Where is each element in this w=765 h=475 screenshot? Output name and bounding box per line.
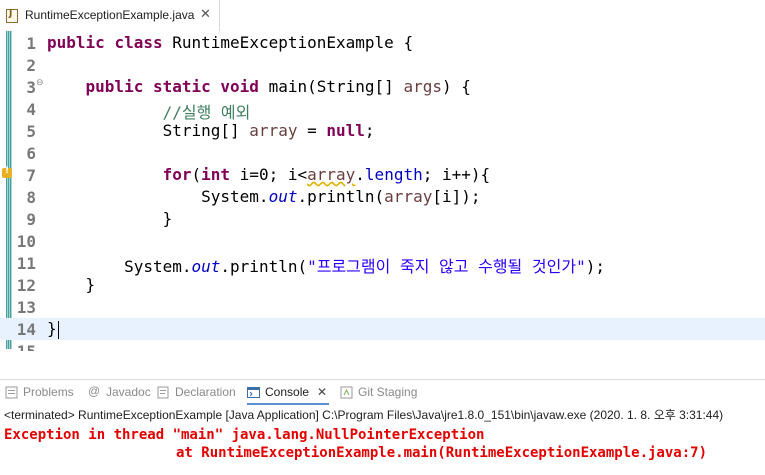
console-error-line-2: at RuntimeExceptionExample.main(RuntimeE… (176, 445, 708, 461)
keyword: class (114, 33, 163, 52)
brace: } (162, 209, 173, 228)
tab-javadoc[interactable]: @ Javadoc (88, 380, 151, 405)
editor-tab-label: RuntimeExceptionExample.java (25, 8, 195, 22)
keyword: public (85, 77, 144, 96)
static-field: out (268, 187, 298, 206)
console-output[interactable]: Exception in thread "main" java.lang.Nul… (4, 426, 707, 462)
code-line-10: 10 (0, 230, 765, 252)
code-line-2: 2 (0, 54, 765, 76)
tab-problems[interactable]: Problems (5, 380, 77, 405)
code-line-12: 12 } (0, 274, 765, 296)
close-icon[interactable]: ✕ (200, 7, 211, 22)
code-text: ; i++){ (422, 165, 491, 184)
brace: } (85, 275, 96, 294)
keyword: void (220, 77, 259, 96)
tab-console[interactable]: Console ✕ (247, 380, 329, 405)
line-number: 8 (26, 188, 36, 207)
line-number: 11 (16, 254, 36, 273)
code-line-7: 7 for(int i=0; i<array.length; i++){ (0, 164, 765, 186)
line-number: 4 (26, 100, 36, 119)
line-number: 12 (16, 276, 36, 295)
tab-label: Javadoc (106, 385, 151, 399)
method-signature: main(String[] (268, 77, 394, 96)
line-number: 14 (16, 320, 36, 339)
line-number: 15 (16, 342, 36, 351)
code-text: [i]); (432, 187, 481, 206)
code-line-5: 5 String[] array = null; (0, 120, 765, 142)
editor-tab-bar: RuntimeExceptionExample.java ✕ (0, 0, 765, 31)
line-number: 5 (26, 122, 36, 141)
code-text: System. (201, 187, 269, 206)
code-line-1: 1 public class RuntimeExceptionExample { (0, 32, 765, 54)
fold-toggle-icon[interactable]: ⊖ (36, 78, 44, 88)
javadoc-icon: @ (88, 384, 101, 398)
tab-label: Git Staging (358, 385, 418, 399)
line-number: 2 (26, 56, 36, 75)
java-file-icon (6, 9, 18, 23)
line-number: 6 (26, 144, 36, 163)
type: String[] (162, 121, 240, 140)
text-caret (57, 320, 59, 339)
code-line-6: 6 (0, 142, 765, 164)
line-number: 9 (26, 210, 36, 229)
variable-warning[interactable]: array (307, 165, 355, 184)
code-text: ) { (441, 77, 471, 96)
close-icon[interactable]: ✕ (317, 385, 327, 399)
tab-label: Console (265, 385, 310, 399)
console-status-line: <terminated> RuntimeExceptionExample [Ja… (4, 408, 724, 422)
keyword: null (326, 121, 365, 140)
brace: } (47, 319, 57, 338)
editor-tab-runtime-exception-example[interactable]: RuntimeExceptionExample.java ✕ (0, 0, 220, 31)
brace: { (403, 33, 414, 52)
keyword: public (47, 33, 105, 52)
line-number: 7 (26, 166, 36, 185)
line-number: 3 (26, 78, 36, 97)
declaration-icon (157, 386, 169, 399)
console-error-line-1: Exception in thread "main" java.lang.Nul… (4, 427, 485, 443)
keyword: int (201, 165, 231, 184)
line-number: 13 (16, 298, 36, 317)
code-line-3: 3 ⊖ public static void main(String[] arg… (0, 76, 765, 98)
line-number: 1 (26, 34, 36, 53)
tab-git-staging[interactable]: Git Staging (340, 380, 430, 405)
line-number: 10 (16, 232, 36, 251)
code-line-13: 13 (0, 296, 765, 318)
code-line-8: 8 System.out.println(array[i]); (0, 186, 765, 208)
tab-label: Problems (23, 385, 74, 399)
code-line-14-current: 14 } (0, 318, 765, 340)
variable: array (249, 121, 298, 140)
keyword: for (162, 165, 192, 184)
tab-label: Declaration (175, 385, 236, 399)
code-line-15: 15 (0, 340, 765, 351)
code-editor[interactable]: 1 public class RuntimeExceptionExample {… (0, 31, 765, 351)
parameter: args (403, 77, 442, 96)
code-line-11: 11 System.out.println("프로그램이 죽지 않고 수행될 것… (0, 252, 765, 276)
panel-tab-bar: Problems @ Javadoc Declaration Console ✕… (0, 379, 765, 405)
code-text: .println( (297, 187, 385, 206)
code-line-9: 9 } (0, 208, 765, 230)
code-text: ( (191, 165, 202, 184)
field: length (364, 165, 423, 184)
code-text: ; (364, 121, 375, 140)
code-text: = (297, 121, 327, 140)
code-line-4: 4 //실행 예외 (0, 98, 765, 122)
console-icon (247, 387, 260, 398)
code-text: . (355, 165, 365, 184)
tab-declaration[interactable]: Declaration (157, 380, 239, 405)
code-text: i=0; i< (230, 165, 308, 184)
variable: array (384, 187, 433, 206)
keyword: static (152, 77, 211, 96)
class-name: RuntimeExceptionExample (172, 33, 394, 52)
git-staging-icon (340, 386, 353, 399)
problems-icon (5, 386, 18, 399)
